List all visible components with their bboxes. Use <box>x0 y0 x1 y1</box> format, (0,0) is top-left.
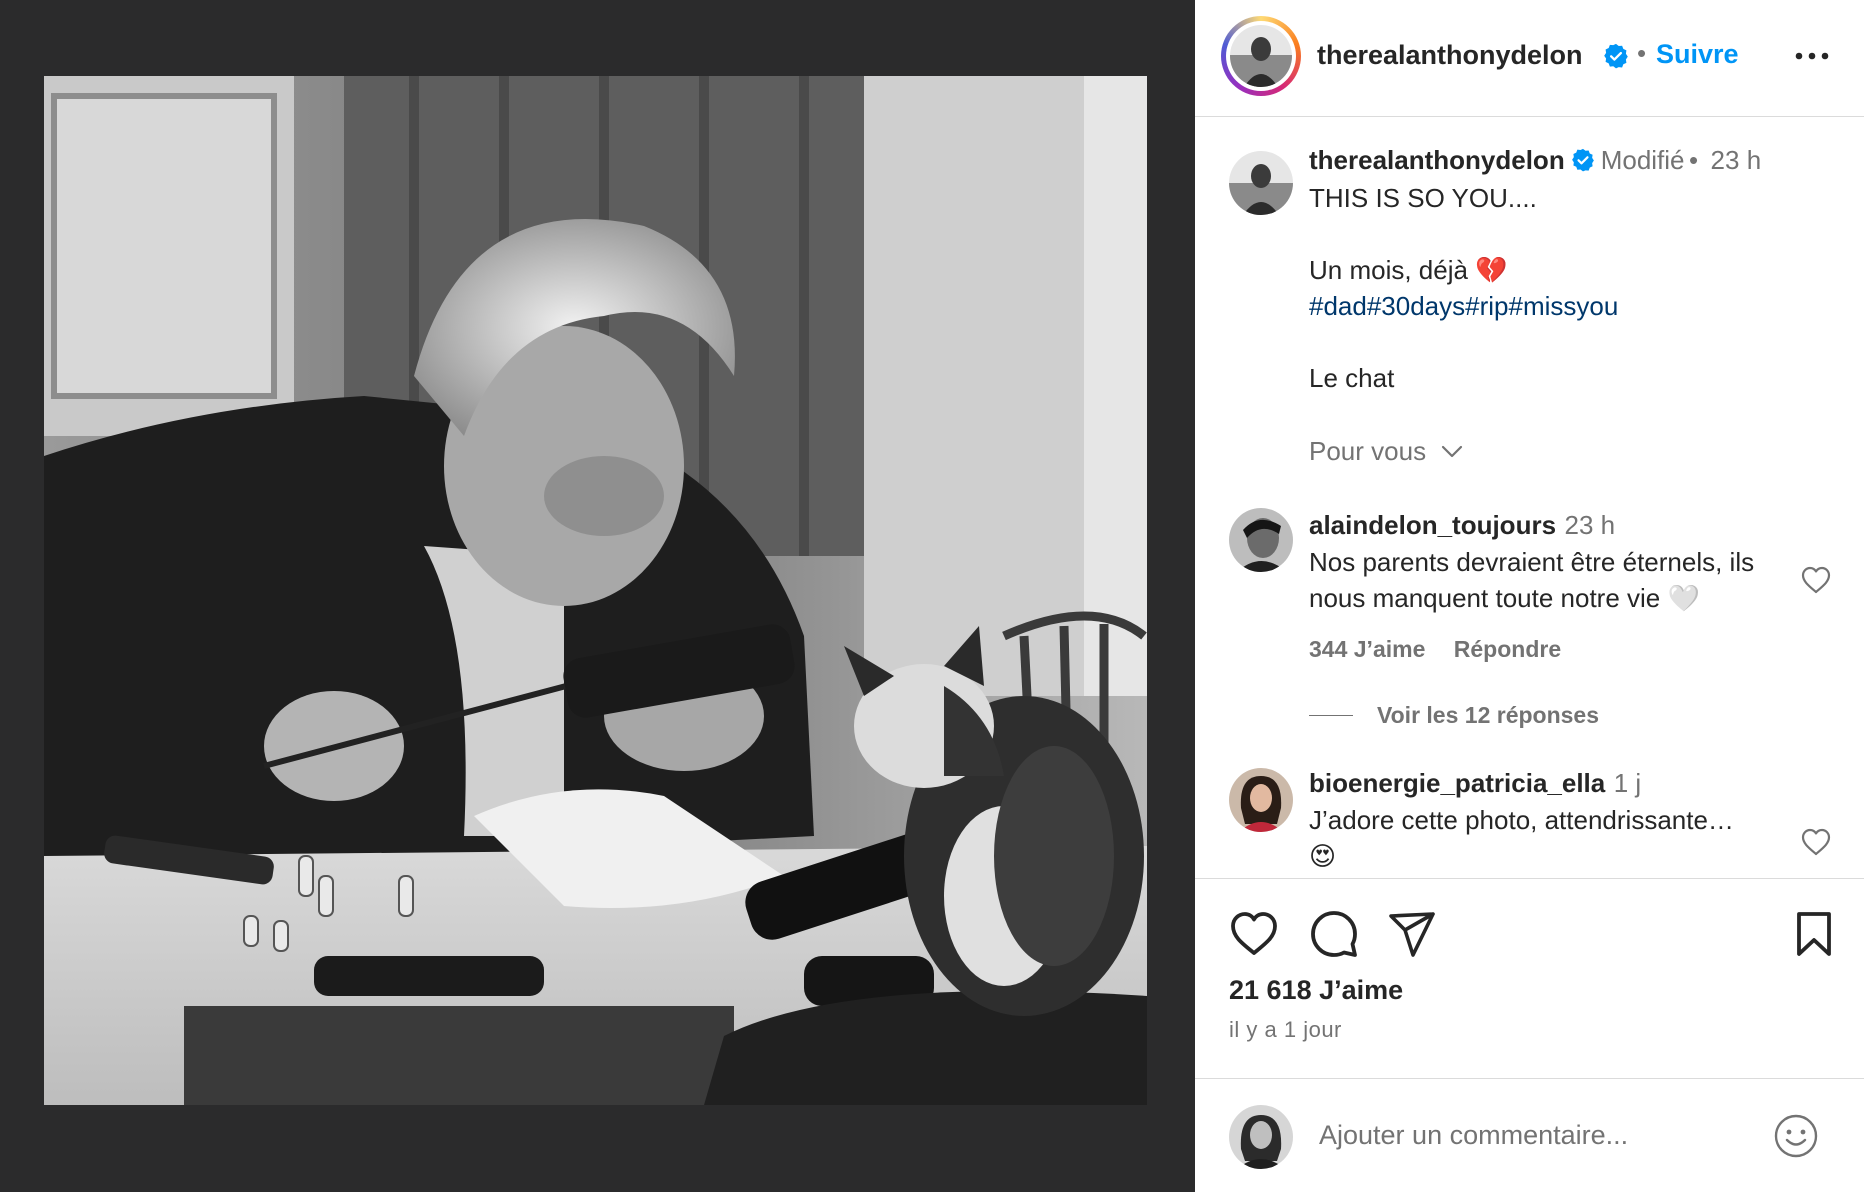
commenter-avatar[interactable] <box>1229 768 1293 832</box>
author-avatar <box>1230 25 1292 87</box>
caption-line-4: Le chat <box>1309 363 1395 393</box>
heart-outline-icon[interactable] <box>1801 828 1831 856</box>
comment-bubble-icon[interactable] <box>1309 909 1359 959</box>
comments-list[interactable]: therealanthonydelon Modifié • 23 h THIS … <box>1195 118 1864 878</box>
more-horizontal-icon[interactable] <box>1792 42 1832 70</box>
comment-header: bioenergie_patricia_ella 1 j <box>1309 768 1641 799</box>
header-separator: • <box>1637 38 1647 68</box>
paper-plane-icon[interactable] <box>1387 909 1437 959</box>
author-username[interactable]: therealanthonydelon <box>1317 40 1583 71</box>
heart-outline-icon[interactable] <box>1229 909 1279 959</box>
comment-username[interactable]: bioenergie_patricia_ella <box>1309 768 1605 798</box>
broken-heart-emoji: 💔 <box>1475 255 1508 285</box>
media-pane <box>0 0 1195 1192</box>
comment-username[interactable]: alaindelon_toujours <box>1309 510 1556 540</box>
comment-header: alaindelon_toujours 23 h <box>1309 510 1615 541</box>
post-action-bar: 21 618 J’aime il y a 1 jour <box>1195 878 1864 1078</box>
comment-sort-dropdown[interactable]: Pour vous <box>1309 436 1463 467</box>
current-user-avatar <box>1229 1105 1293 1169</box>
caption-time[interactable]: 23 h <box>1711 145 1762 175</box>
heart-outline-icon[interactable] <box>1801 566 1831 594</box>
likes-count[interactable]: 21 618 J’aime <box>1229 975 1403 1006</box>
caption-author-avatar[interactable] <box>1229 151 1293 215</box>
verified-badge-icon <box>1604 43 1628 69</box>
caption-text: THIS IS SO YOU.... Un mois, déjà 💔 #dad#… <box>1309 180 1829 396</box>
caption-line-1: THIS IS SO YOU.... <box>1309 183 1537 213</box>
caption-dot: • <box>1688 145 1699 175</box>
comment-time[interactable]: 1 j <box>1614 768 1641 798</box>
caption-edited-label: Modifié <box>1600 145 1685 175</box>
smiley-icon[interactable] <box>1773 1113 1819 1159</box>
reply-button[interactable]: Répondre <box>1454 636 1561 662</box>
commenter-avatar[interactable] <box>1229 508 1293 572</box>
post-photo[interactable] <box>44 76 1147 1105</box>
view-replies-button[interactable]: Voir les 12 réponses <box>1309 702 1599 729</box>
caption-hashtags[interactable]: #dad#30days#rip#missyou <box>1309 288 1829 324</box>
caption-username[interactable]: therealanthonydelon <box>1309 145 1565 175</box>
follow-button[interactable]: Suivre <box>1656 39 1739 70</box>
post-time-ago[interactable]: il y a 1 jour <box>1229 1017 1342 1043</box>
comment-text: Nos parents devraient être éternels, ils… <box>1309 547 1755 613</box>
heart-eyes-emoji: 😍 <box>1309 841 1337 871</box>
post-sidebar: therealanthonydelon • Suivre therealanth… <box>1195 0 1864 1192</box>
comment-time[interactable]: 23 h <box>1564 510 1615 540</box>
add-comment-input[interactable] <box>1319 1115 1749 1155</box>
verified-badge-icon <box>1571 148 1594 172</box>
post-header: therealanthonydelon • Suivre <box>1195 0 1864 117</box>
bookmark-icon[interactable] <box>1789 909 1839 959</box>
comment-actions: 344 J’aime Répondre <box>1309 636 1561 663</box>
add-comment-bar <box>1195 1078 1864 1192</box>
post-photo-image <box>44 76 1147 1105</box>
chevron-down-icon <box>1442 445 1463 458</box>
comment-sort-label: Pour vous <box>1309 436 1427 466</box>
caption-header: therealanthonydelon Modifié • 23 h <box>1309 145 1761 176</box>
caption-line-2: Un mois, déjà 💔 <box>1309 255 1508 285</box>
comment-likes[interactable]: 344 J’aime <box>1309 636 1425 662</box>
author-story-ring[interactable] <box>1221 16 1301 96</box>
comment-text: J’adore cette photo, attendrissante… 😍 <box>1309 802 1799 874</box>
